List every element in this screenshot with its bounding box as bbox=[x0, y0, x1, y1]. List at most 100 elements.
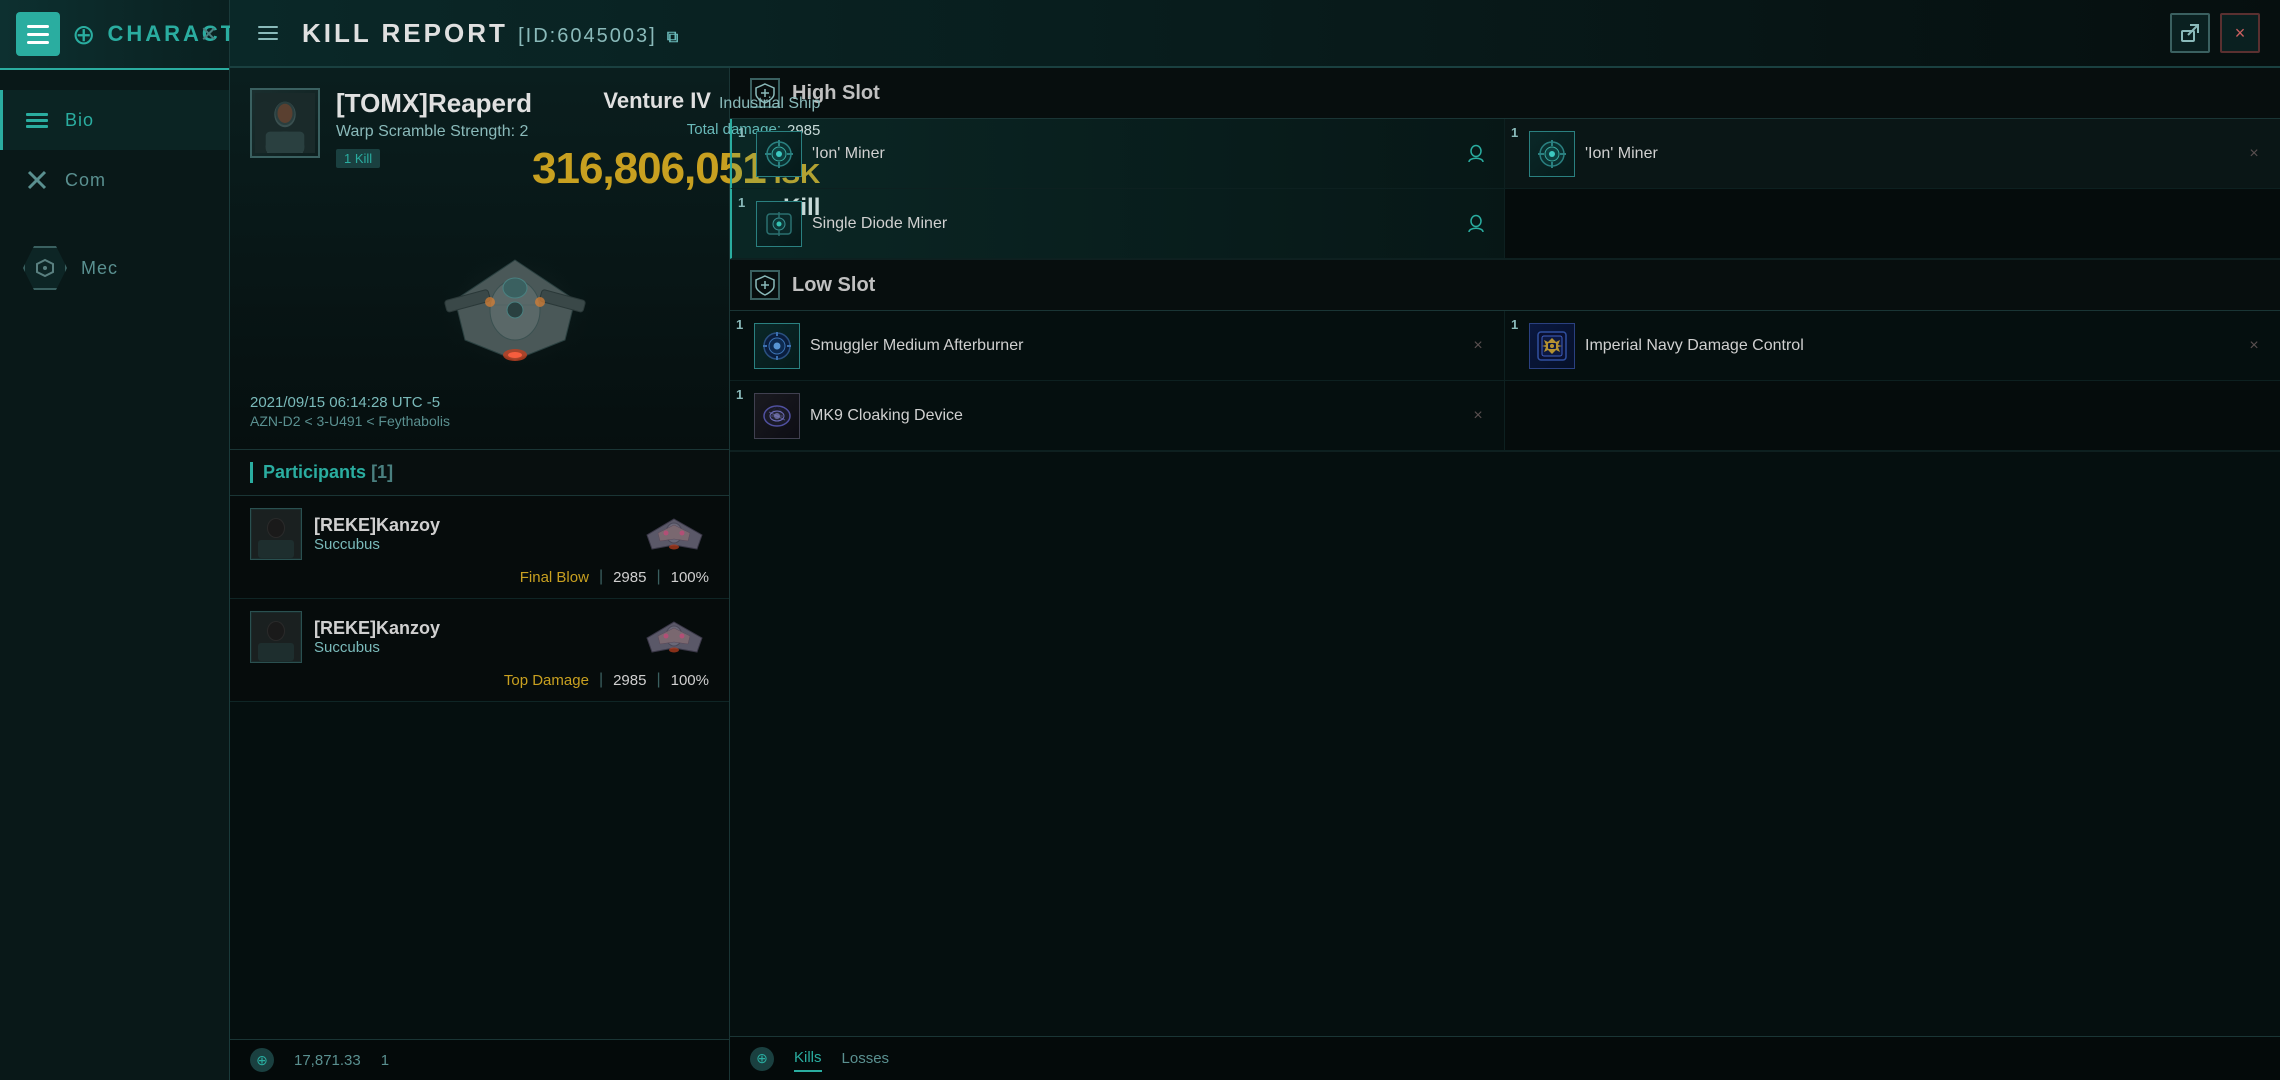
high-slot-items: 1 bbox=[730, 119, 2280, 259]
item-qty-1: 1 bbox=[738, 125, 745, 140]
kill-report-body: [TOMX]Reaperd Warp Scramble Strength: 2 … bbox=[230, 68, 2280, 1080]
participant-1-ship-image bbox=[639, 514, 709, 554]
sidebar-header: ⊕ CHARACTER × bbox=[0, 0, 229, 70]
participant-2-stats: Top Damage | 2985 | 100% bbox=[250, 671, 709, 689]
kill-count-badge: 1 Kill bbox=[336, 149, 380, 168]
percent-2: 100% bbox=[671, 672, 709, 689]
victim-avatar bbox=[250, 88, 320, 158]
participant-1-ship: Succubus bbox=[314, 536, 440, 553]
participants-count: [1] bbox=[371, 462, 393, 482]
damage-2: 2985 bbox=[613, 672, 646, 689]
hex-icon bbox=[23, 246, 67, 290]
slot-item-imperial-navy[interactable]: 1 bbox=[1505, 311, 2280, 381]
participant-card-2[interactable]: [REKE]Kanzoy Succubus bbox=[230, 599, 729, 702]
sidebar-item-mechanics[interactable]: Mec bbox=[0, 230, 229, 306]
slots-bottom-icon: ⊕ bbox=[750, 1047, 774, 1071]
slot-item-ion-miner-2[interactable]: 1 bbox=[1505, 119, 2280, 189]
low-slot-section: Low Slot 1 bbox=[730, 260, 2280, 452]
participants-title: Participants [1] bbox=[250, 462, 709, 483]
item-qty-3: 1 bbox=[738, 195, 745, 210]
item-qty-4: 1 bbox=[736, 317, 743, 332]
afterburner-name: Smuggler Medium Afterburner bbox=[810, 337, 1458, 355]
participant-1-header: [REKE]Kanzoy Succubus bbox=[250, 508, 709, 560]
menu-button[interactable] bbox=[16, 12, 60, 56]
slot-item-single-diode[interactable]: 1 Singl bbox=[730, 189, 1505, 259]
ship-class: Venture IV bbox=[603, 88, 711, 114]
low-slot-header: Low Slot bbox=[730, 260, 2280, 311]
ion-miner-name-2: 'Ion' Miner bbox=[1585, 145, 2234, 163]
victim-name: [TOMX]Reaperd bbox=[336, 88, 532, 119]
participants-section: Participants [1] bbox=[230, 450, 729, 1039]
bottom-bar-icon: ⊕ bbox=[250, 1048, 274, 1072]
close-main-button[interactable]: × bbox=[201, 18, 217, 50]
bottom-bar-value: 17,871.33 bbox=[294, 1052, 361, 1069]
close-icon-ion-miner-2[interactable]: × bbox=[2244, 144, 2264, 164]
slot-item-cloaking[interactable]: 1 bbox=[730, 381, 1505, 451]
participant-2-ship: Succubus bbox=[314, 639, 440, 656]
participant-2-avatar bbox=[250, 611, 302, 663]
blow-type-2: Top Damage bbox=[504, 672, 589, 689]
mechanics-nav-label: Mec bbox=[81, 258, 118, 279]
slot-item-empty-1 bbox=[1505, 189, 2280, 259]
participant-2-info: [REKE]Kanzoy Succubus bbox=[314, 618, 440, 656]
close-icon-afterburner[interactable]: × bbox=[1468, 336, 1488, 356]
participant-1-avatar bbox=[250, 508, 302, 560]
cloaking-name: MK9 Cloaking Device bbox=[810, 407, 1458, 425]
cloaking-icon bbox=[754, 393, 800, 439]
close-icon-cloaking[interactable]: × bbox=[1468, 406, 1488, 426]
single-diode-icon bbox=[756, 201, 802, 247]
close-icon-imperial-navy[interactable]: × bbox=[2244, 336, 2264, 356]
imperial-navy-name: Imperial Navy Damage Control bbox=[1585, 337, 2234, 355]
ion-miner-icon-2 bbox=[1529, 131, 1575, 177]
modal-actions: × bbox=[2170, 13, 2260, 53]
slot-item-empty-2 bbox=[1505, 381, 2280, 451]
victim-meta: 2021/09/15 06:14:28 UTC -5 AZN-D2 < 3-U4… bbox=[250, 394, 709, 429]
losses-tab[interactable]: Losses bbox=[842, 1046, 890, 1071]
kill-report-modal: KILL REPORT [ID:6045003] ⧉ × bbox=[230, 0, 2280, 1080]
sidebar-nav: Bio Com Mec bbox=[0, 70, 229, 326]
participants-header: Participants [1] bbox=[230, 450, 729, 496]
slots-container: High Slot 1 bbox=[730, 68, 2280, 1036]
external-link-button[interactable] bbox=[2170, 13, 2210, 53]
participant-1-stats: Final Blow | 2985 | 100% bbox=[250, 568, 709, 586]
vitruvian-icon: ⊕ bbox=[72, 16, 95, 52]
left-panel: [TOMX]Reaperd Warp Scramble Strength: 2 … bbox=[230, 68, 730, 1080]
modal-menu-button[interactable] bbox=[250, 15, 286, 51]
warp-scramble-strength: Warp Scramble Strength: 2 bbox=[336, 123, 532, 141]
damage-1: 2985 bbox=[613, 569, 646, 586]
bio-nav-icon bbox=[23, 106, 51, 134]
kills-tab[interactable]: Kills bbox=[794, 1045, 822, 1072]
ion-miner-name-1: 'Ion' Miner bbox=[812, 145, 1454, 163]
afterburner-icon bbox=[754, 323, 800, 369]
high-slot-header: High Slot bbox=[730, 68, 2280, 119]
modal-title-id: [ID:6045003] bbox=[518, 25, 657, 47]
sidebar-item-bio[interactable]: Bio bbox=[0, 90, 229, 150]
slot-item-afterburner[interactable]: 1 bbox=[730, 311, 1505, 381]
participant-2-header: [REKE]Kanzoy Succubus bbox=[250, 611, 709, 663]
percent-1: 100% bbox=[671, 569, 709, 586]
participant-card[interactable]: [REKE]Kanzoy Succubus bbox=[230, 496, 729, 599]
low-slot-icon bbox=[750, 270, 780, 300]
item-qty-5: 1 bbox=[1511, 317, 1518, 332]
combat-nav-icon bbox=[23, 166, 51, 194]
item-qty-6: 1 bbox=[736, 387, 743, 402]
victim-info: [TOMX]Reaperd Warp Scramble Strength: 2 … bbox=[336, 88, 532, 174]
sidebar-item-combat[interactable]: Com bbox=[0, 150, 229, 210]
participant-2-ship-image bbox=[639, 617, 709, 657]
victim-section: [TOMX]Reaperd Warp Scramble Strength: 2 … bbox=[230, 68, 729, 450]
user-icon-single-diode bbox=[1464, 212, 1488, 236]
slots-bottom-bar: ⊕ Kills Losses bbox=[730, 1036, 2280, 1080]
participant-2-name: [REKE]Kanzoy bbox=[314, 618, 440, 639]
victim-location: AZN-D2 < 3-U491 < Feythabolis bbox=[250, 413, 709, 429]
user-icon-1 bbox=[1464, 142, 1488, 166]
main-content: KILL REPORT [ID:6045003] ⧉ × bbox=[230, 0, 2280, 1080]
victim-timestamp: 2021/09/15 06:14:28 UTC -5 bbox=[250, 394, 709, 411]
modal-title: KILL REPORT [ID:6045003] ⧉ bbox=[302, 18, 681, 49]
modal-close-button[interactable]: × bbox=[2220, 13, 2260, 53]
single-diode-name: Single Diode Miner bbox=[812, 215, 1454, 233]
copy-icon[interactable]: ⧉ bbox=[667, 29, 681, 46]
participant-1-name: [REKE]Kanzoy bbox=[314, 515, 440, 536]
slot-item-ion-miner-1[interactable]: 1 bbox=[730, 119, 1505, 189]
bio-nav-label: Bio bbox=[65, 110, 94, 131]
high-slot-section: High Slot 1 bbox=[730, 68, 2280, 260]
